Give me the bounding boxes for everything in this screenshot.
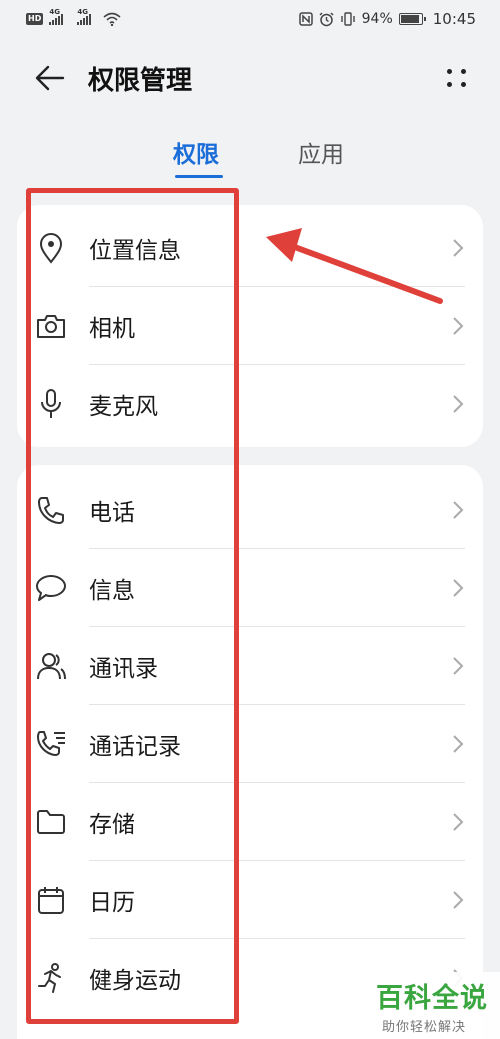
- permission-label: 相机: [89, 316, 135, 342]
- permission-label: 位置信息: [89, 238, 181, 264]
- tab-permissions[interactable]: 权限: [173, 135, 219, 169]
- vibrate-icon: [340, 12, 355, 26]
- status-left: HD 4G 4G: [26, 8, 121, 26]
- page-title: 权限管理: [88, 65, 193, 96]
- permission-item-location[interactable]: 位置信息: [17, 209, 483, 287]
- permission-item-microphone[interactable]: 麦克风: [17, 365, 483, 443]
- camera-icon: [35, 310, 67, 342]
- permission-item-call-log[interactable]: 通话记录: [17, 705, 483, 783]
- phone-icon: [35, 494, 67, 526]
- hd-badge: HD: [26, 13, 44, 25]
- wifi-icon: [103, 12, 121, 26]
- app-header: 权限管理: [0, 48, 500, 108]
- chevron-right-icon: [453, 891, 464, 909]
- permission-label: 电话: [89, 500, 135, 526]
- folder-icon: [35, 806, 67, 838]
- chevron-right-icon: [453, 579, 464, 597]
- nfc-icon: [298, 12, 313, 26]
- tab-bar: 权限 应用: [0, 135, 500, 185]
- tab-indicator: [175, 175, 223, 178]
- chevron-right-icon: [453, 317, 464, 335]
- permission-item-phone[interactable]: 电话: [17, 471, 483, 549]
- permission-label: 通话记录: [89, 734, 181, 760]
- permission-item-calendar[interactable]: 日历: [17, 861, 483, 939]
- running-icon: [35, 962, 67, 994]
- watermark: 百科全说 助你轻松解决: [360, 972, 500, 1039]
- microphone-icon: [35, 388, 67, 420]
- call-log-icon: [35, 728, 67, 760]
- more-dots-icon: [447, 69, 452, 74]
- permission-label: 信息: [89, 578, 135, 604]
- chevron-right-icon: [453, 657, 464, 675]
- status-time: 10:45: [432, 10, 476, 28]
- permission-item-camera[interactable]: 相机: [17, 287, 483, 365]
- permission-item-contacts[interactable]: 通讯录: [17, 627, 483, 705]
- status-bar: HD 4G 4G 94% 10:45: [0, 0, 500, 38]
- location-pin-icon: [35, 232, 67, 264]
- watermark-title: 百科全说: [376, 983, 488, 1014]
- chevron-right-icon: [453, 501, 464, 519]
- tab-apps[interactable]: 应用: [298, 135, 344, 169]
- permission-card-1: 位置信息 相机 麦克风: [17, 205, 483, 447]
- permission-item-storage[interactable]: 存储: [17, 783, 483, 861]
- battery-percent: 94%: [361, 11, 393, 27]
- back-button[interactable]: [20, 48, 80, 108]
- alarm-icon: [319, 11, 334, 26]
- message-bubble-icon: [35, 572, 67, 604]
- permission-label: 存储: [89, 812, 135, 838]
- permission-label: 麦克风: [89, 394, 158, 420]
- battery-icon: [398, 13, 426, 25]
- arrow-left-icon: [35, 65, 65, 91]
- watermark-subtitle: 助你轻松解决: [382, 1020, 467, 1035]
- contacts-icon: [35, 650, 67, 682]
- permission-item-messages[interactable]: 信息: [17, 549, 483, 627]
- status-right: 94% 10:45: [298, 10, 476, 28]
- chevron-right-icon: [453, 813, 464, 831]
- more-options-button[interactable]: [442, 63, 472, 93]
- chevron-right-icon: [453, 735, 464, 753]
- signal-icon-sim1: 4G: [49, 8, 64, 25]
- permission-label: 通讯录: [89, 656, 158, 682]
- permission-label: 日历: [89, 890, 135, 916]
- permission-card-2: 电话 信息 通讯录 通话记录 存储 日历 健身运动: [17, 465, 483, 1039]
- chevron-right-icon: [453, 239, 464, 257]
- calendar-icon: [35, 884, 67, 916]
- chevron-right-icon: [453, 395, 464, 413]
- permission-label: 健身运动: [89, 968, 181, 994]
- signal-icon-sim2: 4G: [77, 8, 92, 25]
